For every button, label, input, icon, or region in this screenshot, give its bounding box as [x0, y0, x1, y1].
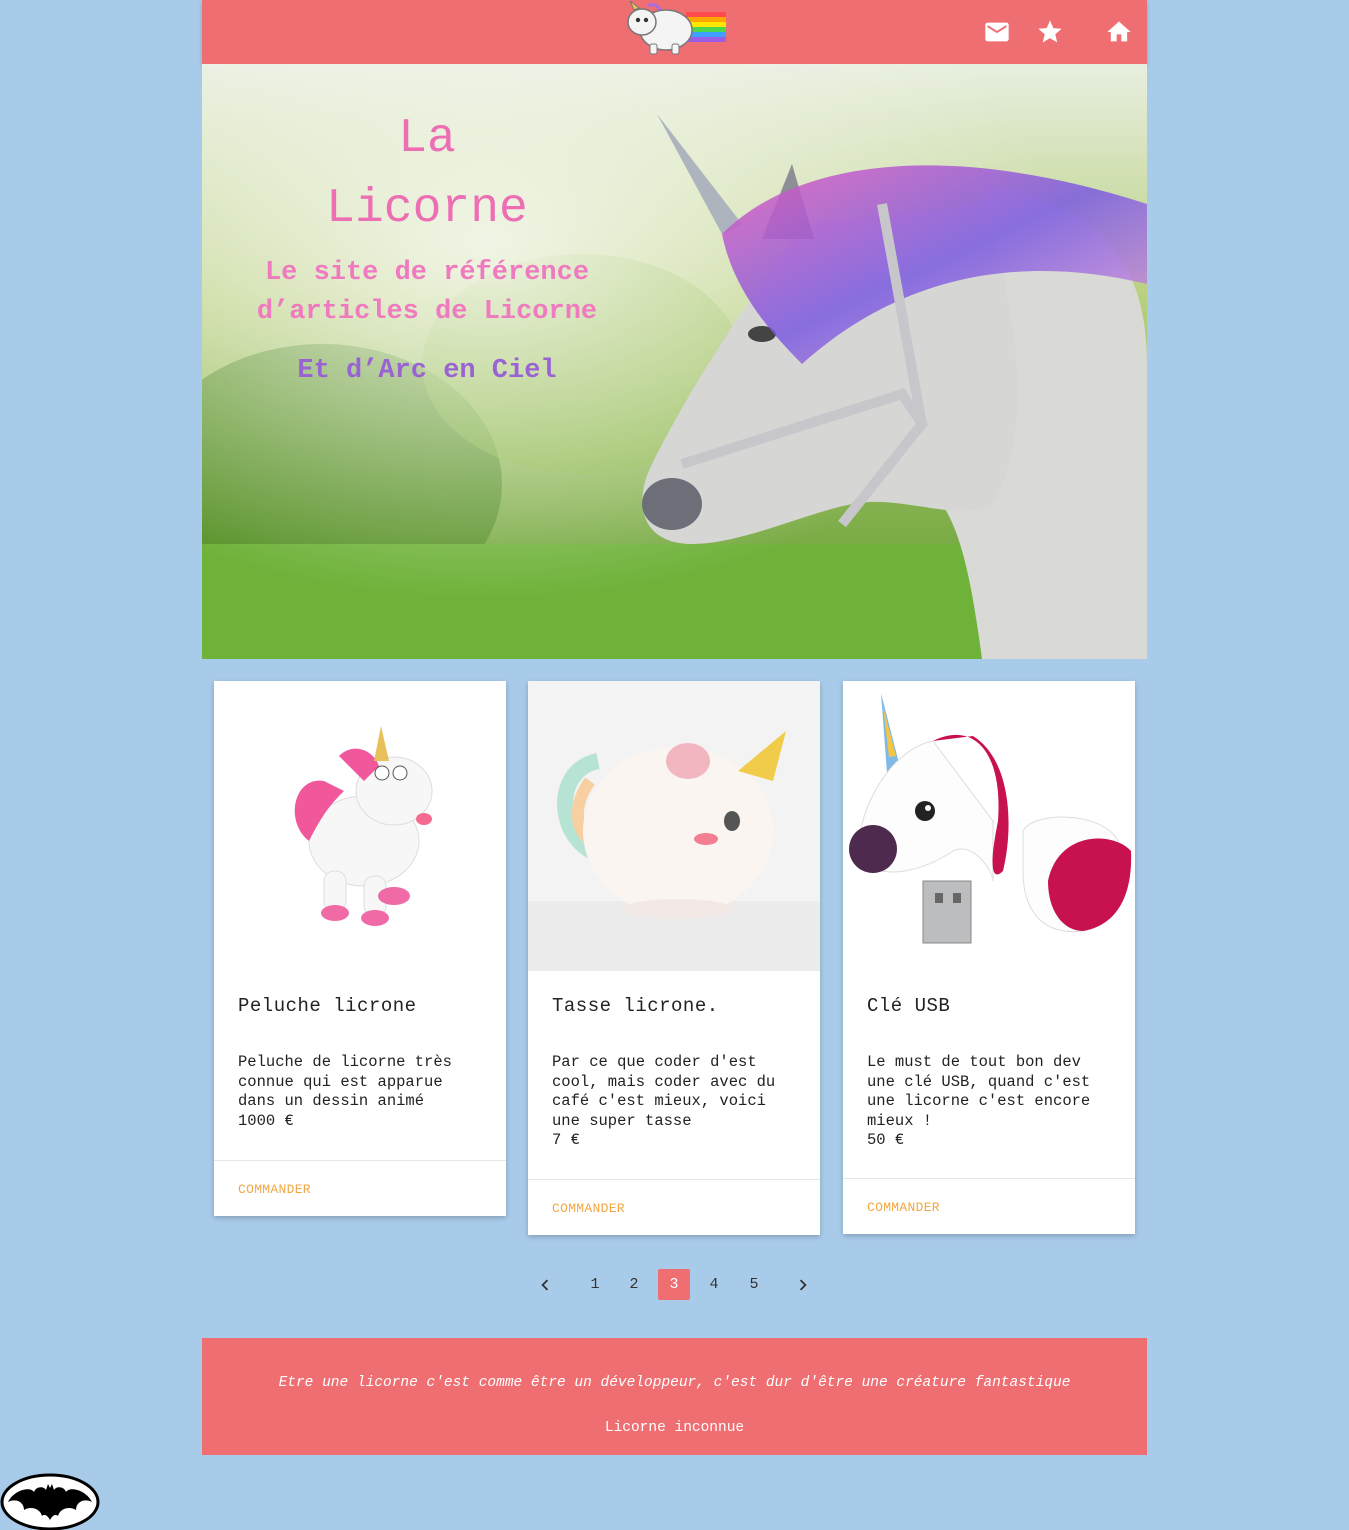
- hero-title-line2: Licorne: [326, 182, 528, 236]
- page-link-5[interactable]: 5: [738, 1269, 770, 1300]
- card-description: Peluche de licorne très connue qui est a…: [238, 1053, 482, 1131]
- hero-subtitle-line1: Le site de référence: [264, 258, 590, 288]
- product-card: Tasse licrone. Par ce que coder d'est co…: [528, 681, 820, 1235]
- unicorn-logo[interactable]: [620, 0, 730, 62]
- mail-icon[interactable]: [983, 18, 1011, 46]
- page-link-2[interactable]: 2: [618, 1269, 650, 1300]
- footer-quote: Etre une licorne c'est comme être un dév…: [278, 1375, 1071, 1391]
- card-desc-text: Peluche de licorne très connue qui est a…: [238, 1053, 452, 1110]
- hero-title-line1: La: [398, 112, 456, 166]
- commander-button[interactable]: COMMANDER: [552, 1201, 625, 1216]
- product-card: Clé USB Le must de tout bon dev une clé …: [843, 681, 1135, 1234]
- footer: Etre une licorne c'est comme être un dév…: [202, 1338, 1147, 1455]
- card-action-bar: COMMANDER: [214, 1160, 506, 1216]
- card-title: Clé USB: [867, 995, 951, 1017]
- unicorn-mug-image: [528, 681, 820, 971]
- hero-subtitle-line2: d’articles de Licorne: [256, 297, 598, 327]
- card-title: Tasse licrone.: [552, 995, 719, 1017]
- card-price: 1000 €: [238, 1111, 294, 1130]
- card-price: 50 €: [867, 1131, 905, 1149]
- hero-banner: La Licorne Le site de référence d’articl…: [202, 64, 1147, 659]
- product-card: Peluche licrone Peluche de licorne très …: [214, 681, 506, 1216]
- star-icon[interactable]: [1036, 18, 1064, 46]
- plush-unicorn-image: [214, 681, 506, 971]
- card-description: Le must de tout bon dev une clé USB, qua…: [867, 1053, 1111, 1151]
- card-title: Peluche licrone: [238, 995, 417, 1017]
- hero-title: La Licorne: [202, 104, 652, 244]
- usb-key-image: [843, 681, 1135, 971]
- navbar: [202, 0, 1147, 64]
- card-price: 7 €: [552, 1131, 580, 1149]
- footer-author: Licorne inconnue: [604, 1420, 745, 1436]
- page-container: La Licorne Le site de référence d’articl…: [202, 0, 1147, 1455]
- batman-logo-icon[interactable]: [0, 1472, 101, 1530]
- home-icon[interactable]: [1105, 18, 1133, 46]
- hero-tagline: Et d’Arc en Ciel: [297, 356, 557, 386]
- chevron-left-icon[interactable]: [529, 1269, 561, 1300]
- page-link-1[interactable]: 1: [579, 1269, 611, 1300]
- card-desc-text: Le must de tout bon dev une clé USB, qua…: [867, 1053, 1091, 1130]
- page-link-3-active[interactable]: 3: [658, 1269, 690, 1300]
- chevron-right-icon[interactable]: [787, 1269, 819, 1300]
- page-link-4[interactable]: 4: [698, 1269, 730, 1300]
- pagination: 1 2 3 4 5: [202, 1269, 1147, 1301]
- commander-button[interactable]: COMMANDER: [238, 1182, 311, 1197]
- card-description: Par ce que coder d'est cool, mais coder …: [552, 1053, 796, 1151]
- card-action-bar: COMMANDER: [843, 1178, 1135, 1234]
- card-desc-text: Par ce que coder d'est cool, mais coder …: [552, 1053, 776, 1130]
- hero-subtitle: Le site de référence d’articles de Licor…: [202, 254, 652, 332]
- commander-button[interactable]: COMMANDER: [867, 1200, 940, 1215]
- card-action-bar: COMMANDER: [528, 1179, 820, 1235]
